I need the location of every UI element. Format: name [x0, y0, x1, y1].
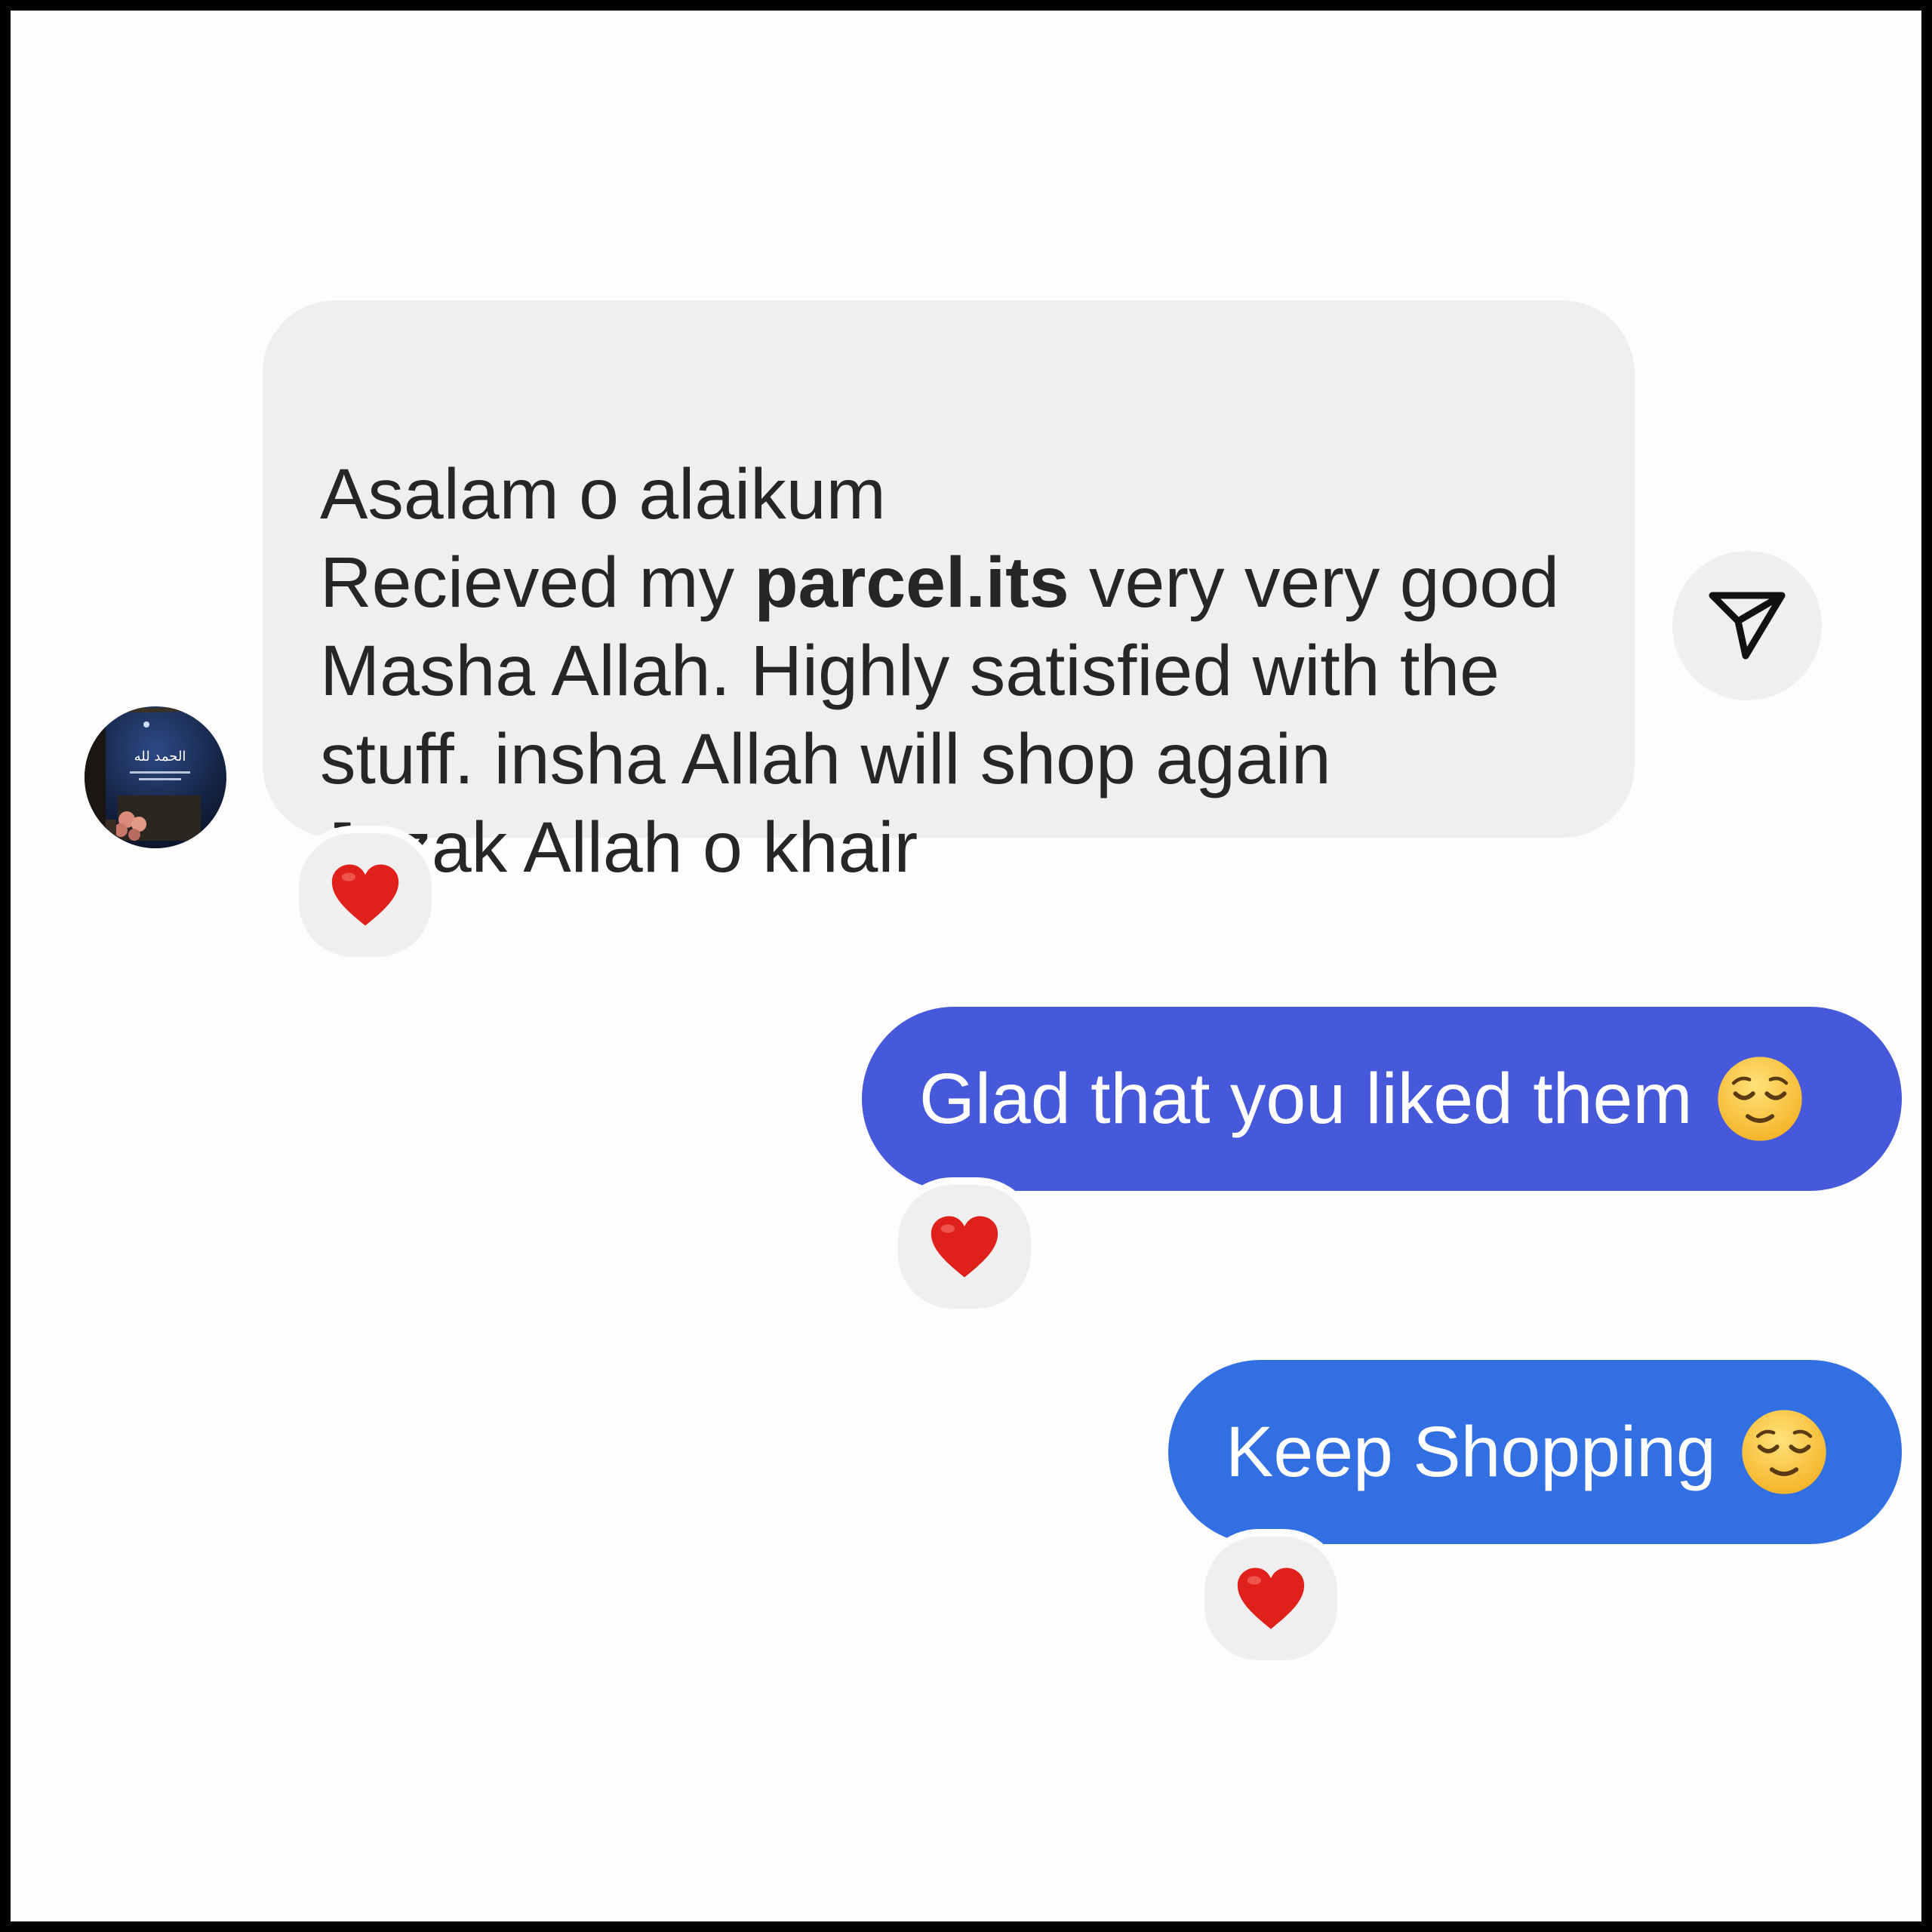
message-line: very very good: [1069, 543, 1560, 623]
relieved-face-icon: [1716, 1055, 1804, 1143]
message-line: Masha Allah. Highly satisfied with the: [320, 631, 1500, 711]
svg-text:الحمد لله: الحمد لله: [134, 749, 186, 764]
relieved-face-icon: [1740, 1408, 1828, 1496]
outgoing-message-bubble[interactable]: Glad that you liked them: [862, 1007, 1902, 1191]
message-bold-text: parcel.its: [754, 543, 1069, 623]
chat-thread: الحمد لله Asalam o alaikum Recieved my pa…: [11, 11, 1921, 1921]
send-icon: [1709, 592, 1786, 660]
heart-reaction[interactable]: [891, 1177, 1038, 1316]
message-text: Keep Shopping: [1226, 1411, 1716, 1492]
message-line: Asalam o alaikum: [320, 454, 886, 534]
message-line: stuff. insha Allah will shop again: [320, 719, 1331, 799]
incoming-message-bubble[interactable]: Asalam o alaikum Recieved my parcel.its v…: [263, 300, 1635, 888]
heart-reaction[interactable]: [1197, 1529, 1345, 1668]
heart-reaction[interactable]: [291, 826, 439, 964]
heart-icon: [931, 1216, 998, 1278]
heart-icon: [1237, 1567, 1305, 1629]
outgoing-message-bubble[interactable]: Keep Shopping: [1168, 1360, 1902, 1544]
message-text: Glad that you liked them: [919, 1058, 1693, 1139]
profile-photo-icon: الحمد لله: [85, 706, 226, 848]
sender-avatar[interactable]: الحمد لله: [85, 706, 226, 848]
message-line: Recieved my: [320, 543, 755, 623]
share-message-button[interactable]: [1672, 551, 1822, 700]
heart-icon: [331, 864, 399, 926]
